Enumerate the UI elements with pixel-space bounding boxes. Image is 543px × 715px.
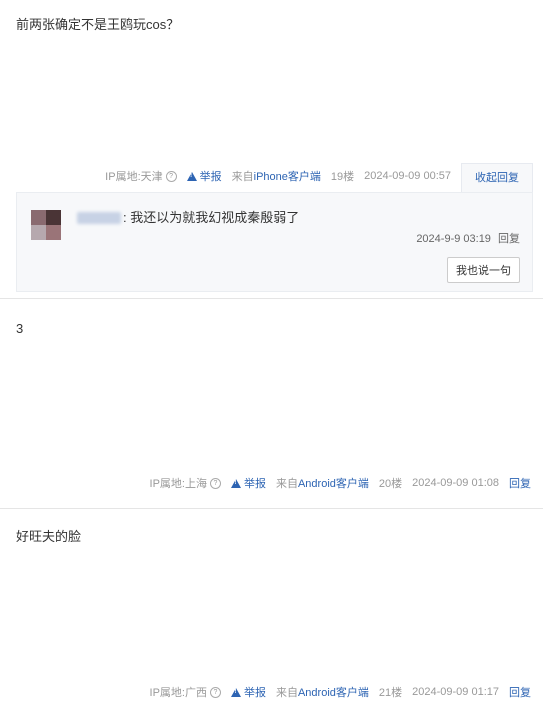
- source-client-link[interactable]: Android客户端: [298, 684, 369, 700]
- source-prefix: 来自: [231, 171, 254, 183]
- floor-number: 19楼: [330, 171, 355, 183]
- reply-button[interactable]: 回复: [509, 684, 531, 700]
- post-meta: IP属地:上海 ? 举报 来自 Android客户端 20楼 2024-09-0…: [150, 476, 531, 490]
- question-circle-icon[interactable]: ?: [209, 477, 221, 489]
- collapse-replies-button[interactable]: 收起回复: [461, 163, 533, 193]
- sub-reply-box: : 我还以为就我幻视成秦殷弱了 2024-9-9 03:19 回复 我也说一句: [16, 192, 533, 292]
- post-floor-19: 前两张确定不是王鸥玩cos？ IP属地:天津 ? 举报 来自 iPhone客户端…: [0, 0, 543, 298]
- report-label: 举报: [243, 687, 266, 699]
- post-time: 2024-09-09 01:17: [412, 686, 499, 698]
- sub-reply-username[interactable]: [77, 212, 121, 224]
- sub-reply-separator: :: [123, 210, 127, 225]
- post-floor-21: 好旺夫的脸 IP属地:广西 ? 举报 来自 Android客户端 21楼 202…: [0, 509, 543, 715]
- post-content: 3: [16, 321, 24, 336]
- post-content: 好旺夫的脸: [16, 529, 82, 544]
- sub-reply-meta: 2024-9-9 03:19 回复: [416, 230, 520, 246]
- post-time: 2024-09-09 00:57: [364, 170, 451, 182]
- report-button[interactable]: 举报: [230, 684, 266, 700]
- sub-reply-text: : 我还以为就我幻视成秦殷弱了: [123, 207, 299, 226]
- floor-number: 20楼: [378, 478, 403, 490]
- report-button[interactable]: 举报: [230, 475, 266, 491]
- report-label: 举报: [243, 478, 266, 490]
- say-something-button[interactable]: 我也说一句: [447, 257, 520, 283]
- ip-location: IP属地:上海: [149, 478, 207, 490]
- report-button[interactable]: 举报: [186, 168, 222, 184]
- source-client-link[interactable]: Android客户端: [298, 475, 369, 491]
- ip-location: IP属地:广西: [149, 687, 207, 699]
- sub-reply-time: 2024-9-9 03:19: [416, 233, 491, 245]
- avatar[interactable]: [31, 210, 61, 240]
- warning-triangle-icon: [186, 171, 197, 181]
- post-meta: IP属地:天津 ? 举报 来自 iPhone客户端 19楼 2024-09-09…: [105, 163, 533, 193]
- post-time: 2024-09-09 01:08: [412, 477, 499, 489]
- source-client-link[interactable]: iPhone客户端: [254, 168, 321, 184]
- post-meta: IP属地:广西 ? 举报 来自 Android客户端 21楼 2024-09-0…: [150, 685, 531, 699]
- post-content: 前两张确定不是王鸥玩cos？: [16, 17, 180, 32]
- post-floor-20: 3 IP属地:上海 ? 举报 来自 Android客户端 20楼 2024-09…: [0, 299, 543, 508]
- report-label: 举报: [199, 171, 222, 183]
- ip-location: IP属地:天津: [105, 171, 163, 183]
- floor-number: 21楼: [378, 687, 403, 699]
- warning-triangle-icon: [230, 687, 241, 697]
- source-prefix: 来自: [275, 687, 298, 699]
- source-prefix: 来自: [275, 478, 298, 490]
- sub-reply-button[interactable]: 回复: [498, 233, 520, 245]
- reply-button[interactable]: 回复: [509, 475, 531, 491]
- sub-reply-content: 我还以为就我幻视成秦殷弱了: [130, 210, 300, 225]
- question-circle-icon[interactable]: ?: [165, 170, 177, 182]
- question-circle-icon[interactable]: ?: [209, 686, 221, 698]
- warning-triangle-icon: [230, 478, 241, 488]
